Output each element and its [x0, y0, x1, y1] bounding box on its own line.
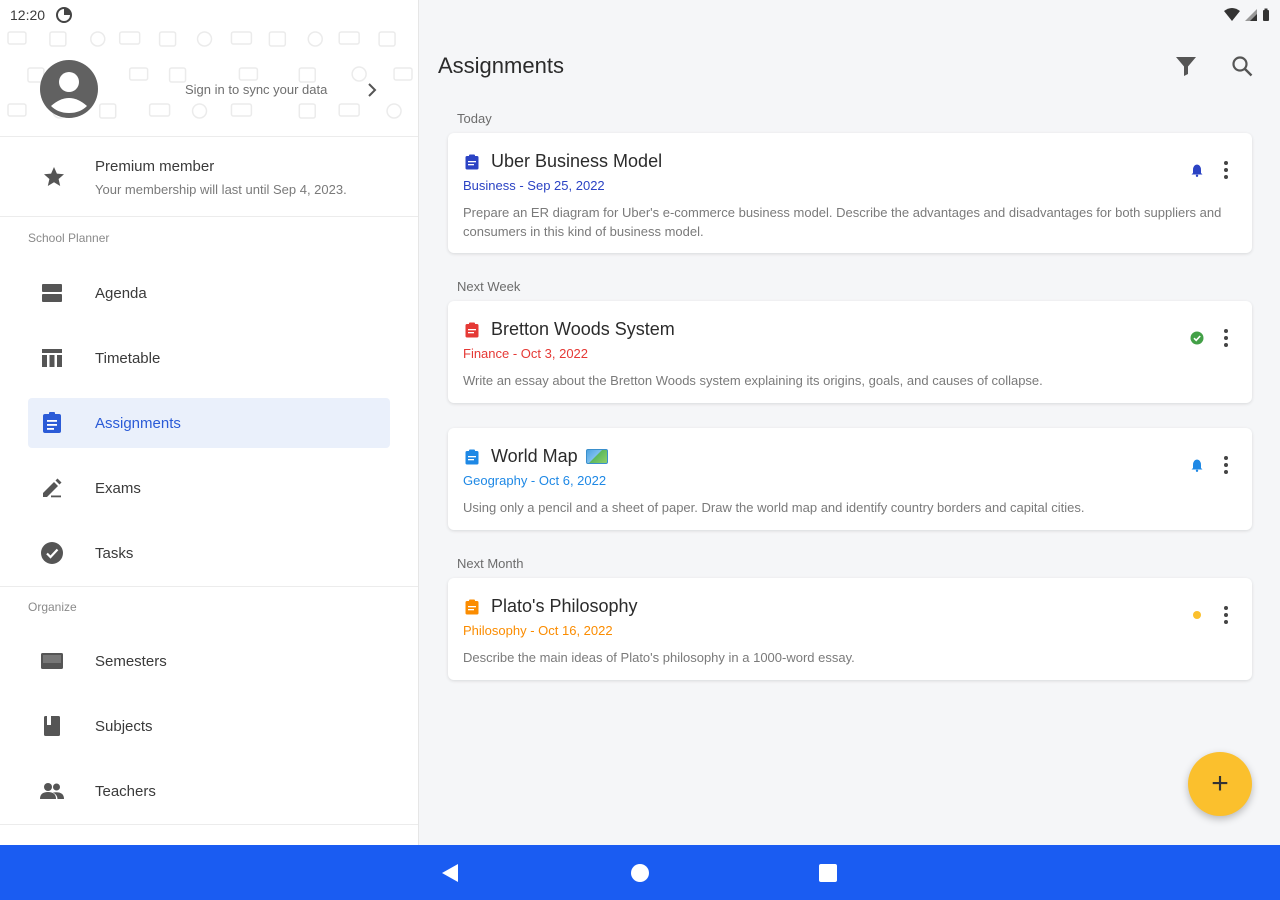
assignment-subject-icon — [465, 449, 479, 465]
assignment-title: World Map — [491, 446, 608, 467]
assignment-title: Bretton Woods System — [491, 319, 675, 339]
premium-banner[interactable]: Premium member Your membership will last… — [0, 137, 418, 217]
back-icon[interactable] — [440, 863, 460, 883]
timetable-icon — [42, 349, 62, 367]
assignment-description: Using only a pencil and a sheet of paper… — [463, 500, 1085, 515]
wifi-icon — [1224, 8, 1240, 21]
assignment-meta: Philosophy - Oct 16, 2022 — [463, 623, 613, 638]
world-map-emoji-icon — [585, 449, 608, 464]
assignment-meta: Business - Sep 25, 2022 — [463, 178, 605, 193]
sidebar-item-exams[interactable]: Exams — [28, 463, 390, 513]
premium-subtitle: Your membership will last until Sep 4, 2… — [95, 182, 347, 197]
section-label-school-planner: School Planner — [28, 231, 110, 245]
assignment-subject-icon — [465, 599, 479, 615]
sidebar-item-label: Assignments — [95, 414, 181, 432]
status-time: 12:20 — [10, 7, 46, 23]
sidebar-item-label: Exams — [95, 479, 141, 497]
sidebar-item-agenda[interactable]: Agenda — [28, 268, 390, 318]
search-icon[interactable] — [1230, 54, 1254, 78]
agenda-icon — [42, 284, 62, 302]
system-navigation-bar — [0, 845, 1280, 900]
sidebar-item-semesters[interactable]: Semesters — [28, 636, 390, 686]
assignment-card[interactable]: World Map Geography - Oct 6, 2022 Using … — [448, 428, 1252, 530]
sidebar-item-label: Timetable — [95, 349, 161, 367]
assignment-meta: Geography - Oct 6, 2022 — [463, 473, 607, 488]
semesters-icon — [41, 653, 63, 669]
assignment-card[interactable]: Plato's Philosophy Philosophy - Oct 16, … — [448, 578, 1252, 680]
assignment-title: Plato's Philosophy — [491, 596, 638, 616]
premium-title: Premium member — [95, 158, 215, 175]
chevron-right-icon[interactable] — [364, 80, 380, 100]
battery-icon — [1263, 8, 1269, 21]
sidebar-item-label: Subjects — [95, 717, 153, 735]
assignment-card[interactable]: Bretton Woods System Finance - Oct 3, 20… — [448, 301, 1252, 403]
sidebar-item-label: Agenda — [95, 284, 147, 302]
main-content: Assignments Today Uber Business Model Bu… — [420, 0, 1280, 845]
more-vert-icon[interactable] — [1218, 159, 1234, 181]
check-circle-icon — [1190, 331, 1204, 345]
assignment-title-text: World Map — [491, 446, 578, 466]
more-vert-icon[interactable] — [1218, 604, 1234, 626]
bell-icon — [1191, 459, 1203, 472]
home-icon[interactable] — [630, 863, 650, 883]
drawer-divider — [0, 586, 418, 587]
filter-icon[interactable] — [1174, 54, 1198, 78]
assignment-description: Write an essay about the Bretton Woods s… — [463, 373, 1043, 388]
navigation-drawer: Sign in to sync your data Premium member… — [0, 0, 419, 845]
recents-icon[interactable] — [818, 863, 838, 883]
pencil-icon — [43, 478, 62, 498]
dot-icon — [1193, 611, 1201, 619]
assignment-title: Uber Business Model — [491, 151, 663, 171]
sidebar-item-label: Tasks — [95, 544, 134, 562]
page-title: Assignments — [438, 53, 564, 78]
data-saver-icon — [56, 7, 73, 23]
star-icon — [44, 167, 64, 186]
assignment-subject-icon — [465, 322, 479, 338]
assignment-description: Describe the main ideas of Plato's philo… — [463, 650, 855, 665]
more-vert-icon[interactable] — [1218, 454, 1234, 476]
sidebar-item-label: Teachers — [95, 782, 156, 800]
assignment-meta: Finance - Oct 3, 2022 — [463, 346, 589, 361]
bell-icon — [1191, 164, 1203, 177]
group-label-next-month: Next Month — [457, 556, 524, 571]
more-vert-icon[interactable] — [1218, 327, 1234, 349]
assignment-card[interactable]: Uber Business Model Business - Sep 25, 2… — [448, 133, 1252, 253]
sidebar-item-timetable[interactable]: Timetable — [28, 333, 390, 383]
sidebar-item-assignments[interactable]: Assignments — [28, 398, 390, 448]
avatar[interactable] — [40, 60, 98, 118]
cell-signal-icon — [1245, 9, 1257, 21]
sidebar-item-teachers[interactable]: Teachers — [28, 766, 390, 816]
book-icon — [44, 716, 60, 736]
sidebar-item-subjects[interactable]: Subjects — [28, 701, 390, 751]
drawer-divider — [0, 824, 418, 825]
status-bar: 12:20 — [0, 0, 1280, 30]
assignment-subject-icon — [465, 154, 479, 170]
section-label-organize: Organize — [28, 600, 77, 614]
assignment-description: Prepare an ER diagram for Uber's e-comme… — [463, 205, 1222, 239]
people-icon — [40, 783, 64, 799]
sign-in-link[interactable]: Sign in to sync your data — [185, 82, 327, 97]
check-circle-icon — [41, 542, 63, 564]
add-assignment-button[interactable]: + — [1188, 752, 1252, 816]
assignments-icon — [43, 412, 61, 433]
group-label-today: Today — [457, 111, 492, 126]
sidebar-item-tasks[interactable]: Tasks — [28, 528, 390, 578]
sidebar-item-label: Semesters — [95, 652, 167, 670]
group-label-next-week: Next Week — [457, 279, 521, 294]
